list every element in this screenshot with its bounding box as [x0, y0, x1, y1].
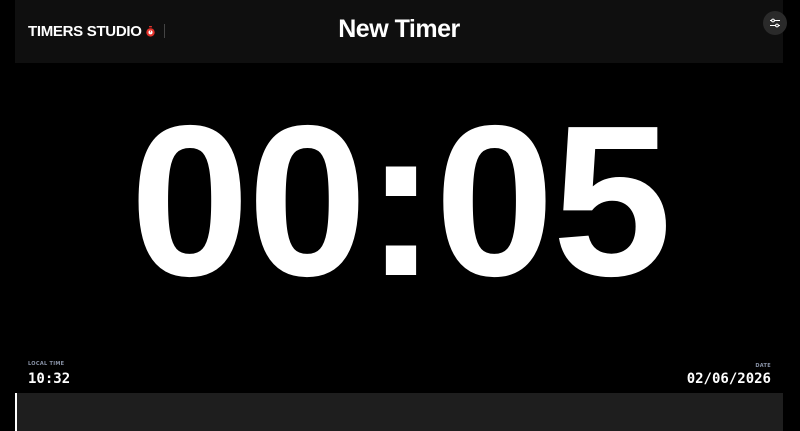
timer-page: TIMERS STUDIO New Timer 00:05 LOCAL TIME… — [0, 0, 800, 431]
local-time-label: LOCAL TIME — [28, 361, 65, 367]
local-time-value: 10:32 — [28, 371, 71, 387]
progress-fill — [15, 393, 18, 431]
settings-button[interactable] — [763, 11, 787, 35]
timer-display: 00:05 — [130, 80, 672, 321]
progress-bar — [15, 393, 783, 431]
sliders-icon — [770, 18, 780, 28]
date-label: DATE — [755, 363, 771, 369]
date-value: 02/06/2026 — [686, 371, 771, 387]
header-bar: TIMERS STUDIO New Timer — [15, 0, 787, 63]
page-title[interactable]: New Timer — [15, 15, 783, 44]
